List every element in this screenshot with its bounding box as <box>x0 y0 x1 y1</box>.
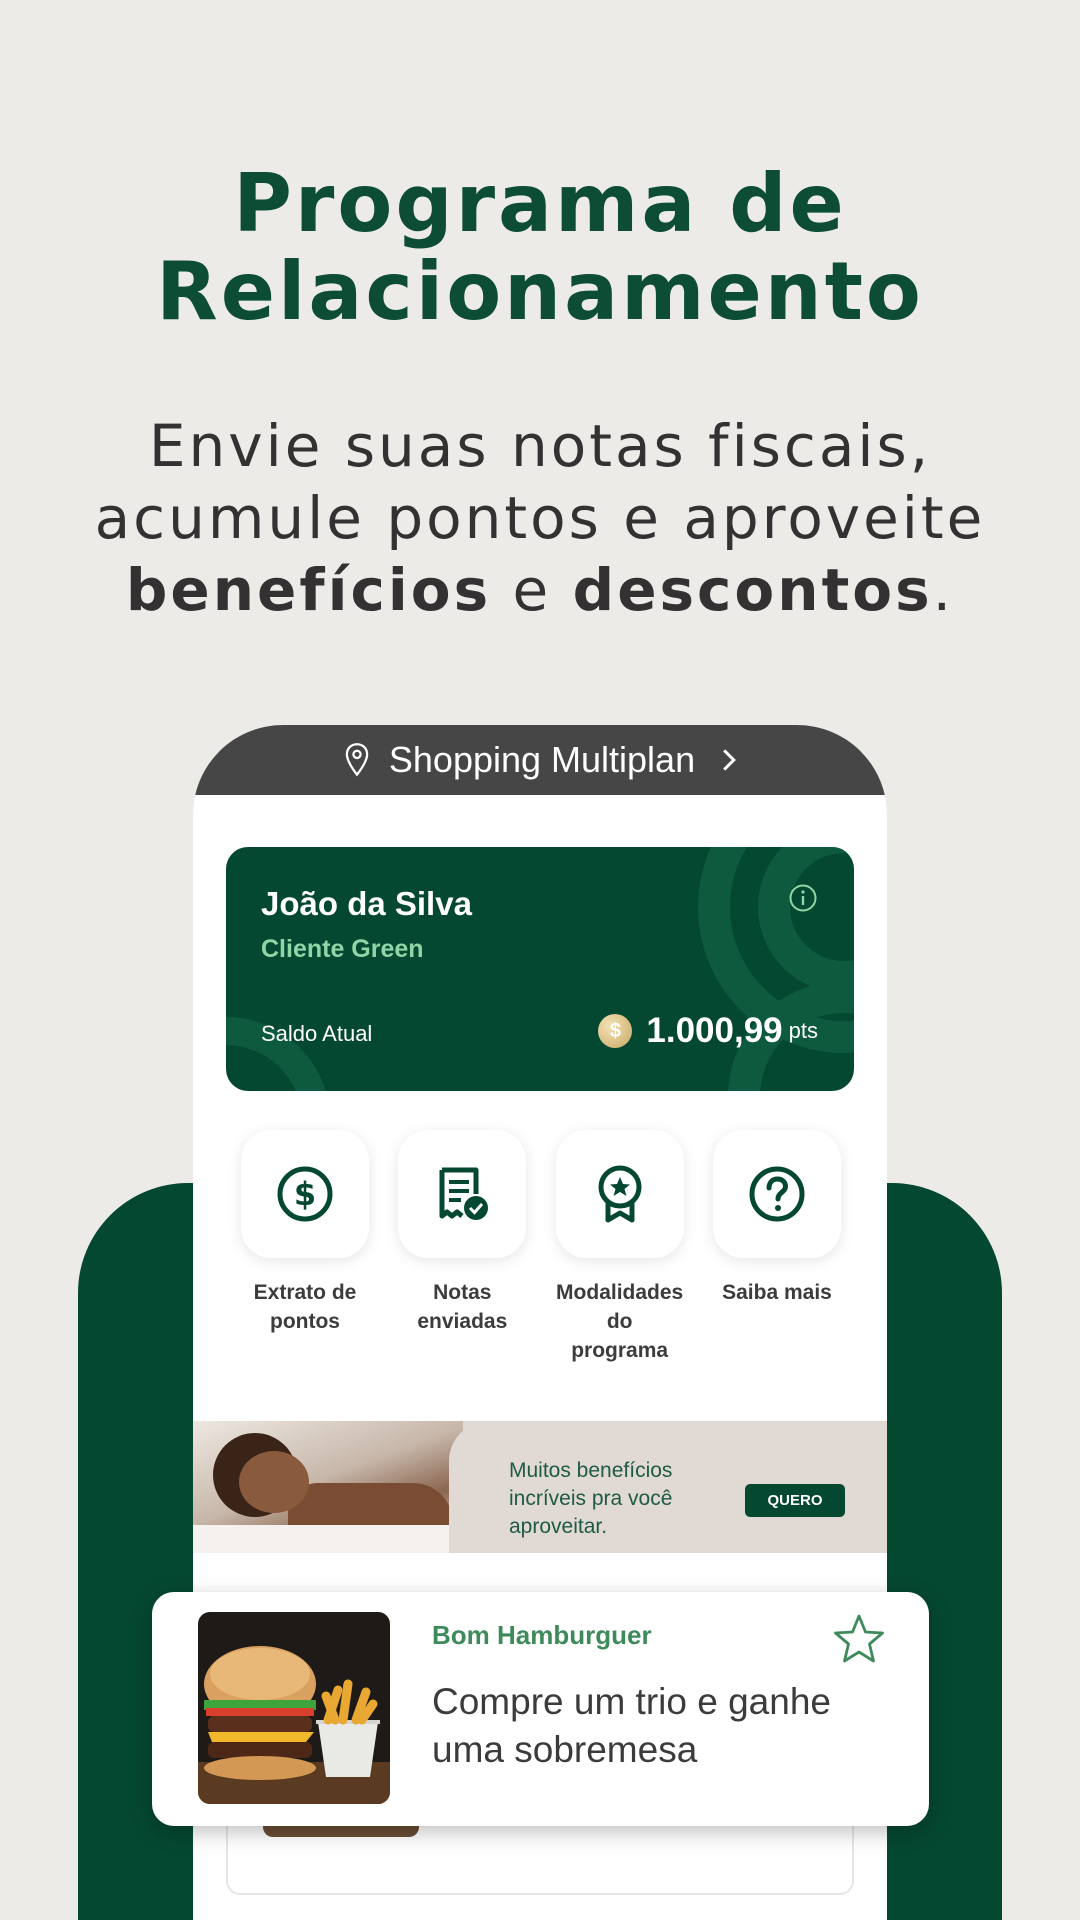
subtitle-period: . <box>932 556 955 624</box>
customer-tier: Cliente Green <box>261 935 424 963</box>
action-label: Modalidades do programa <box>556 1278 684 1365</box>
page-title-line-1: Programa de <box>233 157 847 250</box>
receipt-check-icon <box>439 1167 489 1220</box>
balance-unit: pts <box>788 1018 818 1043</box>
action-points-statement[interactable]: $ Extrato de pontos <box>241 1130 369 1365</box>
loyalty-card: João da Silva Cliente Green Saldo Atual … <box>226 847 854 1091</box>
svg-text:$: $ <box>294 1175 316 1213</box>
program-modalities-button[interactable] <box>555 1130 684 1258</box>
subtitle-line-3: benefícios e descontos. <box>0 554 1080 626</box>
action-label: Saiba mais <box>713 1278 841 1307</box>
page-subtitle: Envie suas notas fiscais, acumule pontos… <box>0 410 1080 626</box>
page-title-line-2: Relacionamento <box>156 245 924 338</box>
learn-more-button[interactable] <box>712 1130 841 1258</box>
balance: $ 1.000,99 pts <box>598 1011 818 1051</box>
action-label-line-2: do programa <box>571 1310 669 1362</box>
action-label-line-1: Modalidades <box>556 1281 684 1304</box>
spa-massage-image <box>193 1421 463 1553</box>
chevron-right-icon <box>723 749 737 771</box>
action-label-line-2: enviadas <box>417 1310 508 1333</box>
action-label-line-1: Notas <box>433 1281 492 1304</box>
dollar-circle-icon: $ <box>277 1166 333 1222</box>
subtitle-bold-discounts: descontos <box>572 556 933 624</box>
map-pin-icon <box>345 743 369 777</box>
burger-illustration <box>198 1646 390 1804</box>
mall-selector[interactable]: Shopping Multiplan <box>193 725 887 795</box>
mall-name: Shopping Multiplan <box>388 739 696 780</box>
subtitle-bold-benefits: benefícios <box>125 556 492 624</box>
quero-button[interactable]: QUERO <box>745 1484 845 1517</box>
promo-banner[interactable]: Muitos benefícios incríveis pra você apr… <box>193 1421 887 1553</box>
page-title: Programa de Relacionamento <box>0 160 1080 336</box>
promo-panel: Muitos benefícios incríveis pra você apr… <box>449 1421 887 1553</box>
burger-image <box>198 1612 390 1804</box>
action-learn-more[interactable]: Saiba mais <box>712 1130 841 1365</box>
photo-shape <box>193 1525 463 1553</box>
offer-title: Compre um trio e ganhe uma sobremesa <box>432 1681 831 1770</box>
help-circle-icon <box>749 1166 805 1222</box>
subtitle-line-2: acumule pontos e aproveite <box>94 484 986 552</box>
action-label: Extrato de pontos <box>241 1278 369 1336</box>
info-icon[interactable] <box>788 883 818 913</box>
balance-label: Saldo Atual <box>261 1021 373 1046</box>
action-label-line-1: Extrato de <box>253 1281 357 1304</box>
coin-icon: $ <box>598 1014 633 1048</box>
action-label-line-2: pontos <box>270 1310 340 1333</box>
action-label-line-1: Saiba mais <box>722 1281 832 1304</box>
card-pattern-decoration <box>698 847 854 1091</box>
star-icon[interactable] <box>831 1612 887 1668</box>
action-sent-receipts[interactable]: Notas enviadas <box>398 1130 527 1365</box>
action-program-modalities[interactable]: Modalidades do programa <box>555 1130 684 1365</box>
balance-value: 1.000,99 <box>646 1011 783 1050</box>
subtitle-connector: e <box>491 556 573 624</box>
points-statement-button[interactable]: $ <box>241 1130 369 1258</box>
customer-name: João da Silva <box>261 885 472 922</box>
action-label: Notas enviadas <box>398 1278 526 1336</box>
quick-actions: $ Extrato de pontos Notas enviadas Modal… <box>241 1130 841 1365</box>
award-badge-icon <box>598 1165 642 1223</box>
sent-receipts-button[interactable] <box>398 1130 527 1258</box>
promo-text: Muitos benefícios incríveis pra você apr… <box>509 1459 673 1538</box>
photo-shape <box>239 1451 309 1513</box>
offer-card[interactable]: Bom Hamburguer Compre um trio e ganhe um… <box>152 1592 929 1826</box>
subtitle-line-1: Envie suas notas fiscais, <box>148 412 932 480</box>
offer-store-name: Bom Hamburguer <box>432 1620 652 1650</box>
